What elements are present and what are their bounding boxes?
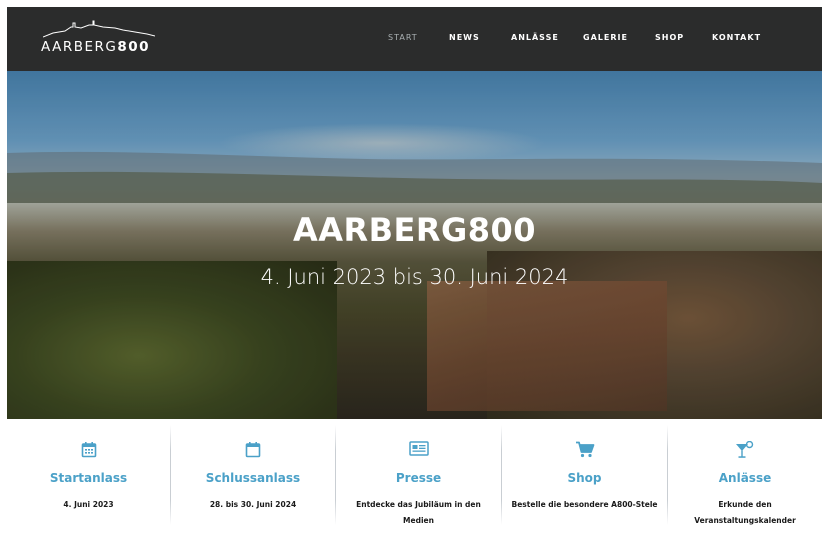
feature-title: Presse bbox=[395, 471, 442, 485]
site-header: AARBERG800 START NEWS ANLÄSSE GALERIE SH… bbox=[7, 7, 822, 71]
nav-start[interactable]: START bbox=[388, 33, 418, 42]
feature-description: Bestelle die besondere A800-Stele bbox=[511, 500, 658, 509]
cocktail-icon bbox=[736, 441, 754, 458]
feature-title: Anlässe bbox=[718, 471, 772, 485]
nav-news[interactable]: NEWS bbox=[449, 33, 480, 42]
cart-icon bbox=[575, 441, 594, 458]
feature-shop[interactable]: Shop Bestelle die besondere A800-Stele bbox=[502, 419, 667, 542]
feature-description: Entdecke das Jubiläum in den Medien bbox=[356, 500, 481, 525]
feature-presse[interactable]: Presse Entdecke das Jubiläum in den Medi… bbox=[336, 419, 501, 542]
feature-schlussanlass[interactable]: Schlussanlass 28. bis 30. Juni 2024 bbox=[171, 419, 335, 542]
nav-kontakt[interactable]: KONTAKT bbox=[712, 33, 761, 42]
feature-anlaesse[interactable]: Anlässe Erkunde den Veranstaltungskalend… bbox=[668, 419, 822, 542]
nav-anlaesse[interactable]: ANLÄSSE bbox=[511, 33, 559, 42]
hero-subtitle: 4. Juni 2023 bis 30. Juni 2024 bbox=[260, 265, 569, 289]
nav-galerie[interactable]: GALERIE bbox=[583, 33, 628, 42]
hero-banner: AARBERG800 4. Juni 2023 bis 30. Juni 202… bbox=[7, 71, 822, 419]
feature-description: 4. Juni 2023 bbox=[63, 500, 114, 509]
feature-title: Schlussanlass bbox=[205, 471, 301, 485]
hero-title: AARBERG800 bbox=[292, 211, 537, 249]
calendar-icon bbox=[81, 442, 96, 458]
feature-description: 28. bis 30. Juni 2024 bbox=[209, 500, 297, 509]
main-nav: START NEWS ANLÄSSE GALERIE SHOP KONTAKT bbox=[7, 7, 822, 71]
feature-title: Shop bbox=[567, 471, 602, 485]
newspaper-icon bbox=[408, 441, 429, 456]
page: AARBERG800 START NEWS ANLÄSSE GALERIE SH… bbox=[0, 0, 824, 542]
feature-title: Startanlass bbox=[49, 471, 128, 485]
feature-bar: Startanlass 4. Juni 2023 Schlussanlass 2… bbox=[7, 419, 822, 542]
calendar-icon bbox=[245, 442, 261, 458]
nav-shop[interactable]: SHOP bbox=[655, 33, 684, 42]
feature-description: Erkunde den Veranstaltungskalender bbox=[694, 500, 796, 525]
feature-startanlass[interactable]: Startanlass 4. Juni 2023 bbox=[7, 419, 170, 542]
